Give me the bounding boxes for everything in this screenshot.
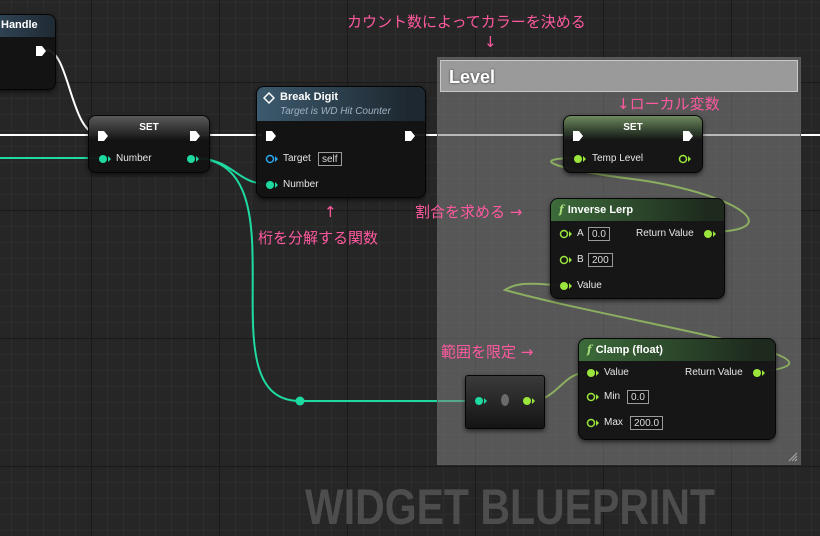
set-number-pin-label: Number <box>116 153 152 164</box>
exec-in-pin-icon[interactable] <box>97 130 109 142</box>
handle-node-title: Handle <box>0 15 55 37</box>
value-in-pin-icon[interactable] <box>559 281 573 291</box>
a-in-pin-icon[interactable] <box>559 229 573 239</box>
exec-out-pin-icon[interactable] <box>404 130 416 142</box>
number-out-pin-icon[interactable] <box>186 154 200 164</box>
b-pin-label: B <box>577 254 584 265</box>
clamp-return-label: Return Value <box>685 367 743 378</box>
a-value-field[interactable]: 0.0 <box>588 227 610 241</box>
handle-node[interactable]: Handle <box>0 14 56 90</box>
exec-out-pin-icon[interactable] <box>189 130 201 142</box>
clamp-value-in-pin-icon[interactable] <box>586 368 600 378</box>
lerp-return-label: Return Value <box>636 228 694 239</box>
inverse-lerp-node[interactable]: f Inverse Lerp A 0.0 Return Value B 200 V… <box>550 198 725 299</box>
clamp-node[interactable]: f Clamp (float) Value Return Value Min 0.… <box>578 338 776 440</box>
clamp-title: Clamp (float) <box>595 344 663 356</box>
lerp-return-out-pin-icon[interactable] <box>703 229 717 239</box>
conversion-out-pin-icon[interactable] <box>522 396 536 406</box>
break-digit-subtitle: Target is WD Hit Counter <box>280 106 391 117</box>
break-digit-header: Break Digit Target is WD Hit Counter <box>257 87 425 121</box>
max-in-pin-icon[interactable] <box>586 418 600 428</box>
annotation-count-color: カウント数によってカラーを決める <box>347 13 586 31</box>
clamp-header: f Clamp (float) <box>579 339 775 361</box>
a-pin-label: A <box>577 228 584 239</box>
temp-level-out-pin-icon[interactable] <box>678 154 692 164</box>
max-pin-label: Max <box>604 417 623 428</box>
target-in-pin-icon[interactable] <box>265 154 279 164</box>
annotation-down-arrow-icon: ↓ <box>484 33 497 51</box>
exec-out-pin-icon[interactable] <box>35 45 47 57</box>
annotation-ratio: 割合を求める → <box>415 203 523 221</box>
function-f-icon: f <box>587 343 592 356</box>
annotation-up-arrow-icon: ↑ <box>324 203 337 221</box>
temp-level-pin-label: Temp Level <box>592 153 644 164</box>
exec-in-pin-icon[interactable] <box>265 130 277 142</box>
inverse-lerp-title: Inverse Lerp <box>567 204 634 216</box>
target-value-field[interactable]: self <box>318 152 342 166</box>
number-in-pin-icon[interactable] <box>265 180 279 190</box>
b-in-pin-icon[interactable] <box>559 255 573 265</box>
widget-blueprint-watermark: WIDGET BLUEPRINT <box>305 479 715 535</box>
clamp-return-out-pin-icon[interactable] <box>752 368 766 378</box>
clamp-value-label: Value <box>604 367 629 378</box>
break-digit-title: Break Digit <box>280 91 339 103</box>
max-value-field[interactable]: 200.0 <box>630 416 664 430</box>
number-in-pin-icon[interactable] <box>98 154 112 164</box>
min-in-pin-icon[interactable] <box>586 392 600 402</box>
int-to-float-conversion-node[interactable] <box>465 375 545 429</box>
set-temp-level-node[interactable]: SET Temp Level <box>563 115 703 173</box>
comment-title[interactable]: Level <box>440 60 798 92</box>
number-pin-label: Number <box>283 179 319 190</box>
annotation-range: 範囲を限定 → <box>441 343 534 361</box>
set-number-node[interactable]: SET Number <box>88 115 210 173</box>
conversion-in-pin-icon[interactable] <box>474 396 488 406</box>
temp-level-in-pin-icon[interactable] <box>573 154 587 164</box>
conversion-dot-icon <box>501 394 509 406</box>
break-digit-node[interactable]: Break Digit Target is WD Hit Counter Tar… <box>256 86 426 198</box>
exec-out-pin-icon[interactable] <box>682 130 694 142</box>
annotation-local-variable: ↓ローカル変数 <box>617 95 720 113</box>
exec-in-pin-icon[interactable] <box>572 130 584 142</box>
inverse-lerp-header: f Inverse Lerp <box>551 199 724 221</box>
annotation-break-digit: 桁を分解する関数 <box>258 229 379 247</box>
min-pin-label: Min <box>604 391 621 402</box>
min-value-field[interactable]: 0.0 <box>627 390 649 404</box>
b-value-field[interactable]: 200 <box>588 253 613 267</box>
target-pin-label: Target <box>283 153 311 164</box>
resize-grip-icon[interactable] <box>786 450 798 462</box>
function-f-icon: f <box>559 203 564 216</box>
lerp-value-pin-label: Value <box>577 280 602 291</box>
function-diamond-icon <box>263 92 275 104</box>
reroute-knot <box>295 396 305 406</box>
